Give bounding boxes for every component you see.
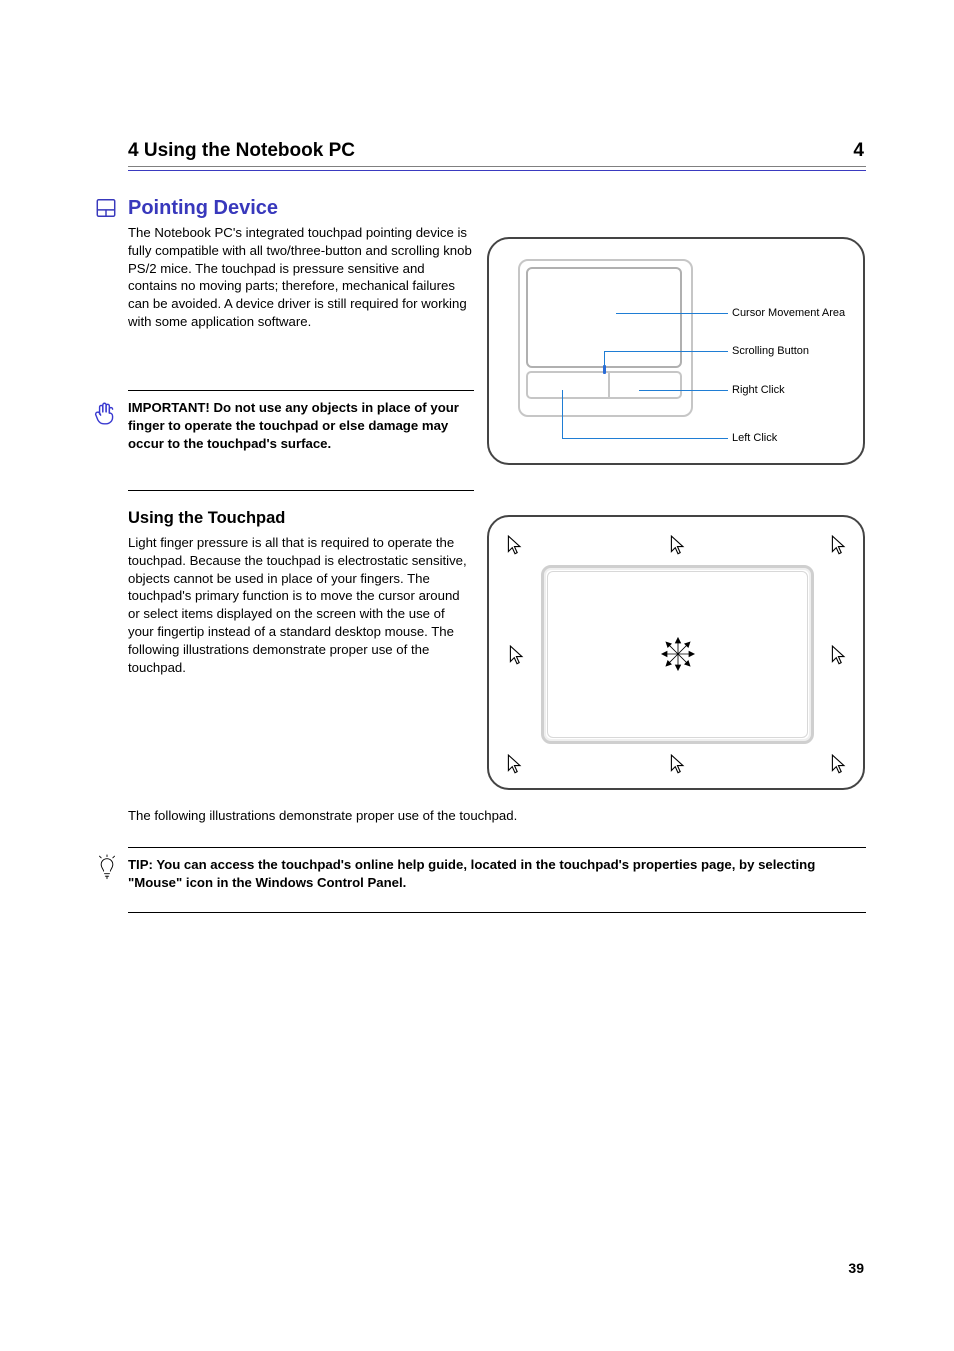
hand-stop-icon [92, 400, 118, 426]
cursor-icon [830, 645, 848, 667]
label-cursor-area: Cursor Movement Area [732, 307, 845, 319]
scroll-button [603, 365, 606, 374]
cursor-icon [506, 535, 524, 557]
figure-touchpad-labeled: Cursor Movement Area Scrolling Button Ri… [487, 237, 865, 465]
cursor-icon [830, 535, 848, 557]
leader-scroll-drop [604, 351, 605, 366]
leader-right [639, 390, 728, 391]
pointing-device-intro: The Notebook PC's integrated touchpad po… [128, 224, 474, 331]
right-click-button [608, 371, 682, 399]
tip-text: TIP: You can access the touchpad's onlin… [128, 856, 866, 892]
tip-rule-bottom [128, 912, 866, 913]
scroll-gap [600, 371, 608, 399]
leader-left-v [562, 390, 563, 438]
cursor-icon [508, 645, 526, 667]
label-left: Left Click [732, 432, 777, 444]
cursor-icon [506, 754, 524, 776]
section-number-right: 4 [853, 140, 864, 162]
using-touchpad-heading: Using the Touchpad [128, 509, 285, 528]
touchpad-buttons-row [526, 371, 682, 399]
cursor-icon [669, 535, 687, 557]
header-rule [128, 170, 866, 171]
header-thin-rule [128, 166, 866, 167]
pointing-device-heading: Pointing Device [128, 197, 278, 220]
leader-scroll [604, 351, 728, 352]
leader-left-h [562, 438, 728, 439]
touchpad-icon [95, 197, 117, 219]
cursor-icon [669, 754, 687, 776]
tip-rule-top [128, 847, 866, 848]
important-rule-top [128, 390, 474, 391]
important-rule-bottom [128, 490, 474, 491]
label-right: Right Click [732, 384, 785, 396]
left-click-button [526, 371, 600, 399]
cursor-icon [830, 754, 848, 776]
eight-direction-arrows-icon [661, 637, 695, 671]
section-heading: 4 Using the Notebook PC [128, 140, 355, 162]
following-illustrations-text: The following illustrations demonstrate … [128, 807, 866, 825]
page-number: 39 [848, 1260, 864, 1276]
important-note: IMPORTANT! Do not use any objects in pla… [128, 399, 480, 453]
lightbulb-icon [97, 854, 117, 880]
leader-cursor-area [616, 313, 728, 314]
figure-cursor-movement [487, 515, 865, 790]
using-touchpad-text: Light finger pressure is all that is req… [128, 534, 468, 677]
label-scroll: Scrolling Button [732, 345, 809, 357]
